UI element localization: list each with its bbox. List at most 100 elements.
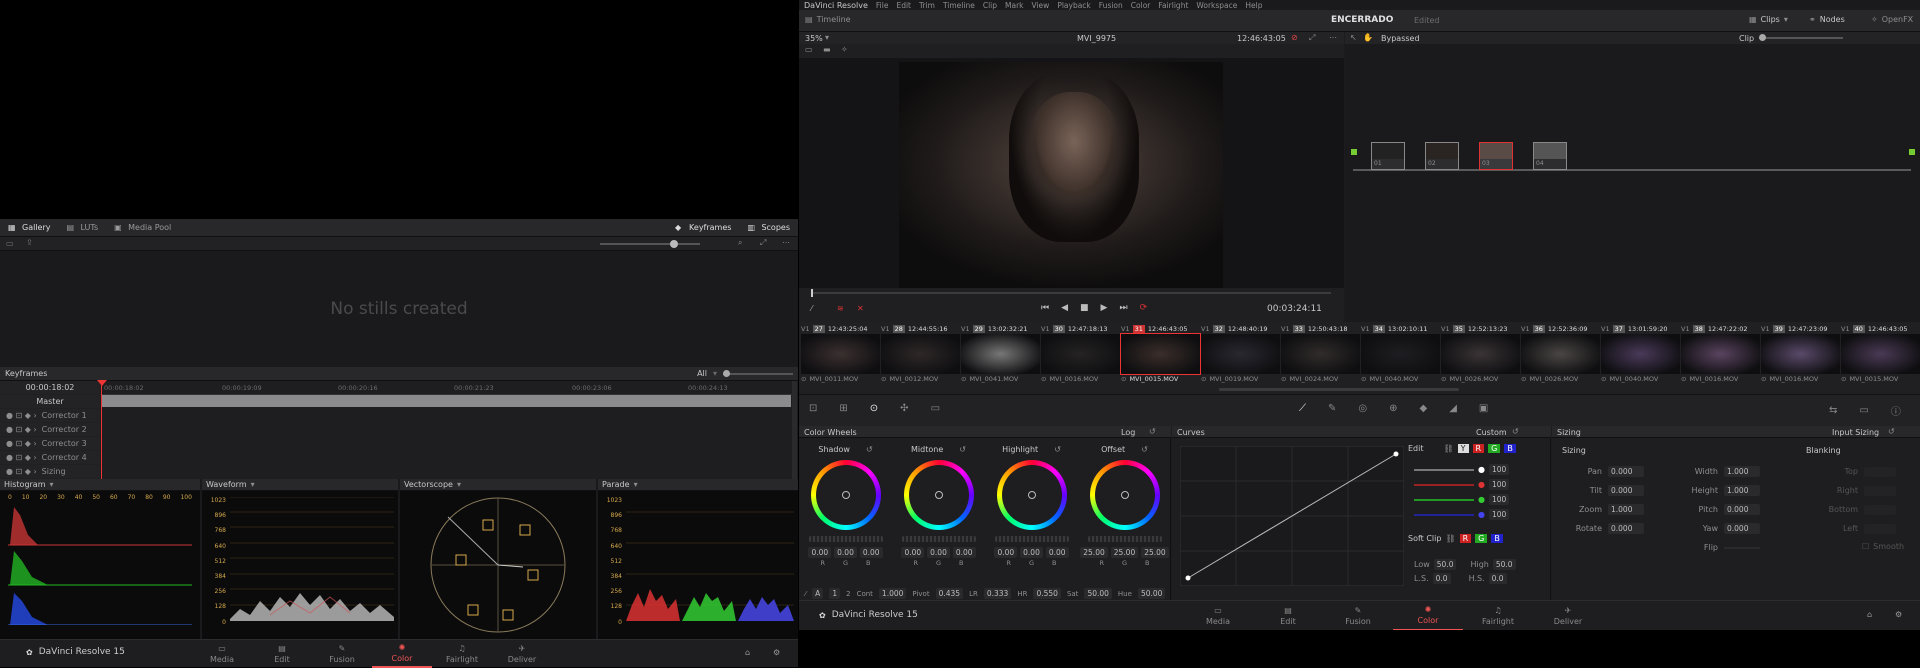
bypass-icon[interactable]: ⊘	[1291, 33, 1298, 42]
menu-fairlight[interactable]: Fairlight	[1158, 1, 1188, 10]
master-wheel[interactable]	[994, 536, 1069, 542]
track-corrector-4[interactable]: Corrector 4	[42, 453, 87, 462]
rgb-mixer-icon[interactable]: ✣	[900, 403, 908, 414]
field-value[interactable]	[1864, 504, 1896, 515]
clips-button[interactable]: Clips	[1761, 15, 1780, 24]
color-wheel[interactable]	[996, 460, 1067, 530]
scrubber[interactable]	[811, 289, 1331, 297]
low-value[interactable]: 50.0	[1433, 559, 1457, 570]
nav-fusion[interactable]: ✎ Fusion	[312, 640, 372, 668]
menu-help[interactable]: Help	[1245, 1, 1262, 10]
timeline-button[interactable]: Timeline	[817, 15, 851, 24]
tab-keyframes[interactable]: ◆ Keyframes	[667, 219, 739, 236]
field-value[interactable]: 0.000	[1608, 485, 1644, 496]
chevron-down-icon[interactable]: ▾	[457, 480, 461, 489]
y-intensity[interactable]: 100	[1488, 464, 1510, 475]
nav-color[interactable]: ✺ Color	[1393, 601, 1463, 631]
g-value[interactable]: 0.00	[834, 547, 857, 558]
nav-edit[interactable]: ▤ Edit	[1253, 601, 1323, 631]
fx-icon[interactable]: ⤢	[1309, 33, 1315, 43]
reset-icon[interactable]: ↺	[1141, 445, 1148, 454]
info-icon[interactable]: ⓘ	[1891, 403, 1901, 418]
menu-workspace[interactable]: Workspace	[1196, 1, 1237, 10]
split-icon[interactable]: ▭	[805, 45, 813, 54]
tab-luts[interactable]: ▤ LUTs	[59, 219, 107, 236]
field-value[interactable]: 0.000	[1724, 504, 1760, 515]
eyedropper-icon[interactable]: ⁄	[811, 304, 812, 313]
qualifier-icon[interactable]: ✎	[1328, 403, 1336, 414]
b-intensity[interactable]: 100	[1488, 509, 1510, 520]
page-1-button[interactable]: 1	[829, 588, 841, 599]
3d-icon[interactable]: ▭	[1859, 405, 1868, 416]
link-icon[interactable]: ⛓	[1445, 534, 1455, 543]
hand-icon[interactable]: ✋	[1363, 33, 1373, 42]
highlight-toggle-icon[interactable]: ≋	[837, 304, 844, 313]
nav-fairlight[interactable]: ♫ Fairlight	[1463, 601, 1533, 631]
page-2-button[interactable]: 2	[846, 590, 850, 598]
wipe-icon[interactable]: ▬	[823, 45, 831, 54]
window-icon[interactable]: ◎	[1358, 403, 1367, 414]
lock-icon[interactable]: ● ⊡ ◆ ›	[6, 411, 37, 420]
pointer-icon[interactable]: ↖	[1350, 33, 1357, 42]
stop-icon[interactable]: ■	[1080, 303, 1089, 313]
b-value[interactable]: 25.00	[1141, 547, 1169, 558]
y-channel-button[interactable]: Y	[1457, 444, 1469, 453]
color-wheels-icon[interactable]: ⊙	[870, 403, 878, 414]
menu-timeline[interactable]: Timeline	[943, 1, 975, 10]
smooth-checkbox[interactable]: ☐ Smooth	[1862, 542, 1904, 551]
auto-balance-icon[interactable]: A	[812, 588, 824, 599]
lock-icon[interactable]: ● ⊡ ◆ ›	[6, 439, 37, 448]
sizing-tool-icon[interactable]: ⇆	[1829, 405, 1837, 416]
b-value[interactable]: 0.00	[952, 547, 976, 558]
highlight-icon[interactable]: ✧	[841, 45, 848, 54]
link-icon[interactable]: ⛓	[1444, 444, 1454, 453]
expand-icon[interactable]: ⤢	[760, 238, 766, 248]
hr-value[interactable]: 0.550	[1033, 588, 1061, 599]
reset-icon[interactable]: ↺	[959, 445, 966, 454]
hue-value[interactable]: 50.00	[1137, 588, 1166, 599]
b-value[interactable]: 0.00	[859, 547, 883, 558]
skip-forward-icon[interactable]: ⏭	[1119, 303, 1127, 313]
lock-icon[interactable]: ● ⊡ ◆ ›	[6, 453, 37, 462]
tracker-icon[interactable]: ⊕	[1389, 403, 1397, 414]
clip-thumbnail[interactable]: V1 39 12:47:23:09 ⊙ MVI_0016.MOV	[1761, 324, 1840, 384]
field-value[interactable]: 1.000	[1608, 504, 1644, 515]
field-value[interactable]	[1864, 485, 1896, 496]
clip-thumbnail[interactable]: V1 28 12:44:55:16 ⊙ MVI_0012.MOV	[881, 324, 960, 384]
home-icon[interactable]: ⌂	[745, 648, 750, 657]
reset-icon[interactable]: ↺	[1149, 427, 1156, 436]
clip-thumbnail[interactable]: V1 31 12:46:43:05 ⊙ MVI_0015.MOV	[1120, 324, 1201, 384]
skip-back-icon[interactable]: ⏮	[1041, 303, 1049, 313]
clip-thumbnail[interactable]: V1 35 12:52:13:23 ⊙ MVI_0026.MOV	[1441, 324, 1520, 384]
reset-icon[interactable]: ↺	[1888, 427, 1895, 436]
b-value[interactable]: 0.00	[1045, 547, 1069, 558]
checkbox-icon[interactable]: ☐	[1862, 542, 1869, 551]
sizing-icon[interactable]: ▣	[1479, 403, 1488, 414]
g-intensity[interactable]: 100	[1488, 494, 1510, 505]
menu-clip[interactable]: Clip	[983, 1, 997, 10]
nav-deliver[interactable]: ✈ Deliver	[492, 640, 552, 668]
g-value[interactable]: 0.00	[927, 547, 950, 558]
track-corrector-1[interactable]: Corrector 1	[42, 411, 87, 420]
reset-icon[interactable]: ↺	[866, 445, 873, 454]
home-icon[interactable]: ⌂	[1867, 610, 1872, 619]
color-match-icon[interactable]: ⊞	[839, 403, 847, 414]
lr-value[interactable]: 0.333	[983, 588, 1012, 599]
soft-clip-g[interactable]: G	[1475, 534, 1488, 543]
nav-deliver[interactable]: ✈ Deliver	[1533, 601, 1603, 631]
color-wheel[interactable]	[903, 460, 974, 530]
clip-thumbnail[interactable]: V1 30 12:47:18:13 ⊙ MVI_0016.MOV	[1041, 324, 1120, 384]
node-mode[interactable]: Clip	[1739, 34, 1754, 43]
lock-icon[interactable]: ● ⊡ ◆ ›	[6, 467, 37, 476]
r-value[interactable]: 0.00	[808, 547, 832, 558]
scrollbar[interactable]	[792, 381, 797, 479]
nodes-button[interactable]: Nodes	[1820, 15, 1845, 24]
field-value[interactable]	[1864, 523, 1896, 534]
openfx-button[interactable]: OpenFX	[1882, 15, 1913, 24]
track-corrector-2[interactable]: Corrector 2	[42, 425, 87, 434]
menu-app[interactable]: DaVinci Resolve	[804, 1, 868, 10]
hs-value[interactable]: 0.0	[1488, 573, 1507, 584]
r-intensity[interactable]: 100	[1488, 479, 1510, 490]
node-02[interactable]: 02	[1425, 142, 1459, 170]
upload-icon[interactable]: ⇪	[26, 238, 33, 247]
